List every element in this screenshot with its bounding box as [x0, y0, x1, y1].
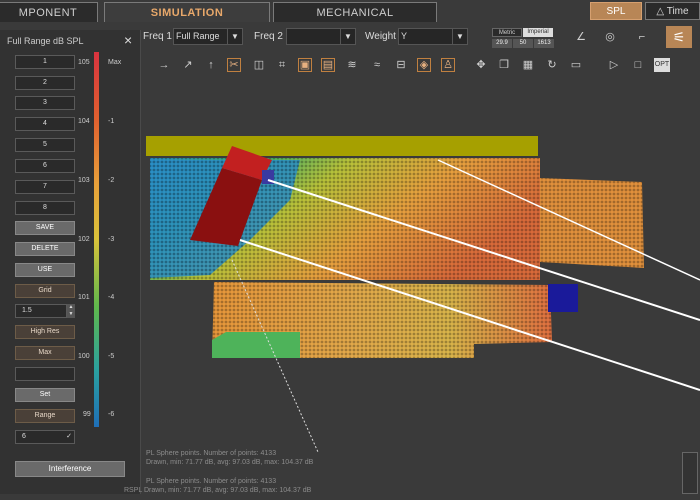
- tab-mechanical[interactable]: MECHANICAL: [273, 2, 437, 22]
- scale-label-db: 103: [78, 177, 90, 184]
- scale-label-rel: -3: [108, 236, 115, 243]
- copy-icon[interactable]: ❐: [497, 58, 511, 72]
- range-button[interactable]: Range: [15, 409, 75, 423]
- max-button[interactable]: Max: [15, 346, 75, 360]
- tab-component[interactable]: MPONENT: [0, 2, 98, 22]
- stop-icon[interactable]: □: [631, 58, 645, 72]
- move-icon[interactable]: ✥: [474, 58, 488, 72]
- scale-label-db: 102: [78, 236, 90, 243]
- tab-simulation[interactable]: SIMULATION: [104, 2, 270, 22]
- triangle-icon: △: [656, 6, 665, 17]
- save-button[interactable]: SAVE: [15, 221, 75, 235]
- delete-button[interactable]: DELETE: [15, 242, 75, 256]
- value-2: 50: [513, 39, 533, 48]
- weight-select[interactable]: Y ▼: [398, 28, 468, 45]
- close-icon[interactable]: ×: [124, 32, 132, 48]
- chevron-down-icon: ▼: [452, 29, 467, 44]
- arrow-up-icon[interactable]: ↑: [204, 58, 218, 72]
- ceiling-slab: [146, 136, 538, 156]
- metric-toggle[interactable]: Metric: [492, 28, 522, 37]
- freq1-select[interactable]: Full Range ▼: [173, 28, 243, 45]
- use-button[interactable]: USE: [15, 263, 75, 277]
- scale-label-db: 101: [78, 294, 90, 301]
- scale-label-rel: -2: [108, 177, 115, 184]
- slot-7-button[interactable]: 7: [15, 180, 75, 194]
- weight-label: Weight: [365, 31, 396, 42]
- play-icon[interactable]: ▷: [607, 58, 621, 72]
- slot-4-button[interactable]: 4: [15, 117, 75, 131]
- chevron-down-icon: ▼: [227, 29, 242, 44]
- ruler-icon[interactable]: ▭: [566, 58, 586, 72]
- scale-label-rel: -5: [108, 353, 115, 360]
- array-icon[interactable]: ⚟: [666, 26, 692, 48]
- grid-value-input[interactable]: 1.5: [15, 304, 67, 318]
- coverage-green-patch: [212, 332, 300, 358]
- scale-label-rel: -6: [108, 411, 115, 418]
- value-1: 29.9: [492, 39, 512, 48]
- range-select[interactable]: 6 ✓: [15, 430, 75, 444]
- status-line-4: RSPL Drawn, min: 71.77 dB, avg: 97.03 dB…: [124, 487, 312, 494]
- status-line-2: Drawn, min: 71.77 dB, avg: 97.03 dB, max…: [146, 459, 314, 466]
- set-button[interactable]: Set: [15, 388, 75, 402]
- mirror-icon[interactable]: ◫: [252, 58, 266, 72]
- chevron-down-icon: ✓: [66, 433, 72, 440]
- color-scale-bar: [94, 52, 99, 427]
- cube-icon[interactable]: ◈: [417, 58, 431, 72]
- grid-button[interactable]: Grid: [15, 284, 75, 298]
- panel-title: Full Range dB SPL: [7, 36, 84, 46]
- slot-6-button[interactable]: 6: [15, 159, 75, 173]
- layers-icon[interactable]: ≈: [370, 58, 384, 72]
- value-3: 1613: [534, 39, 554, 48]
- scissors-icon[interactable]: ✂: [227, 58, 241, 72]
- box-arrow-icon[interactable]: ⊟: [394, 58, 408, 72]
- refresh-icon[interactable]: ↻: [545, 58, 559, 72]
- scale-label-rel: Max: [108, 59, 122, 66]
- grid-stepper[interactable]: ▲ ▼: [67, 304, 75, 318]
- scale-label-db: 105: [78, 59, 90, 66]
- crop-icon[interactable]: ⌗: [275, 58, 289, 72]
- rotate-icon[interactable]: ◎: [603, 30, 617, 44]
- slot-1-button[interactable]: 1: [15, 55, 75, 69]
- time-button[interactable]: △ Time: [645, 2, 700, 20]
- freq1-value: Full Range: [176, 31, 220, 41]
- plane-icon[interactable]: ▤: [321, 58, 335, 72]
- person-icon[interactable]: ♙: [441, 58, 455, 72]
- scale-label-db: 104: [78, 118, 90, 125]
- chevron-down-icon: ▼: [340, 29, 355, 44]
- freq1-label: Freq 1: [143, 31, 172, 42]
- max-value-input[interactable]: [15, 367, 75, 381]
- arrow-diagonal-icon[interactable]: ↗: [181, 58, 195, 72]
- layer-icon[interactable]: ≋: [345, 58, 359, 72]
- status-line-1: PL Sphere points. Number of points: 4133: [146, 450, 277, 457]
- angle-icon[interactable]: ∠: [574, 30, 588, 44]
- freq2-select[interactable]: ▼: [286, 28, 356, 45]
- scale-label-db: 99: [83, 411, 91, 418]
- spl-panel: Full Range dB SPL × 1 2 3 4 5 6 7 8 SAVE…: [0, 30, 141, 494]
- status-line-3: PL Sphere points. Number of points: 4133: [146, 478, 277, 485]
- corner-icon[interactable]: ⌐: [635, 30, 649, 44]
- high-res-button[interactable]: High Res: [15, 325, 75, 339]
- scale-label-rel: -4: [108, 294, 115, 301]
- slot-8-button[interactable]: 8: [15, 201, 75, 215]
- scale-label-rel: -1: [108, 118, 115, 125]
- range-value: 6: [22, 433, 26, 440]
- slot-3-button[interactable]: 3: [15, 96, 75, 110]
- grid-icon[interactable]: ▦: [521, 58, 535, 72]
- arrow-right-icon[interactable]: →: [157, 58, 171, 72]
- imperial-toggle[interactable]: Imperial: [523, 28, 553, 37]
- slot-2-button[interactable]: 2: [15, 76, 75, 90]
- options-icon[interactable]: OPT: [654, 58, 670, 72]
- interference-button[interactable]: Interference: [15, 461, 125, 477]
- freq2-label: Freq 2: [254, 31, 283, 42]
- resize-handle[interactable]: [682, 452, 698, 494]
- weight-value: Y: [401, 31, 408, 41]
- slot-5-button[interactable]: 5: [15, 138, 75, 152]
- time-label: Time: [666, 6, 689, 17]
- subwoofer-box: [548, 284, 578, 312]
- simulation-viewport[interactable]: [141, 80, 700, 495]
- scale-label-db: 100: [78, 353, 90, 360]
- frame-icon[interactable]: ▣: [298, 58, 312, 72]
- spl-button[interactable]: SPL: [590, 2, 642, 20]
